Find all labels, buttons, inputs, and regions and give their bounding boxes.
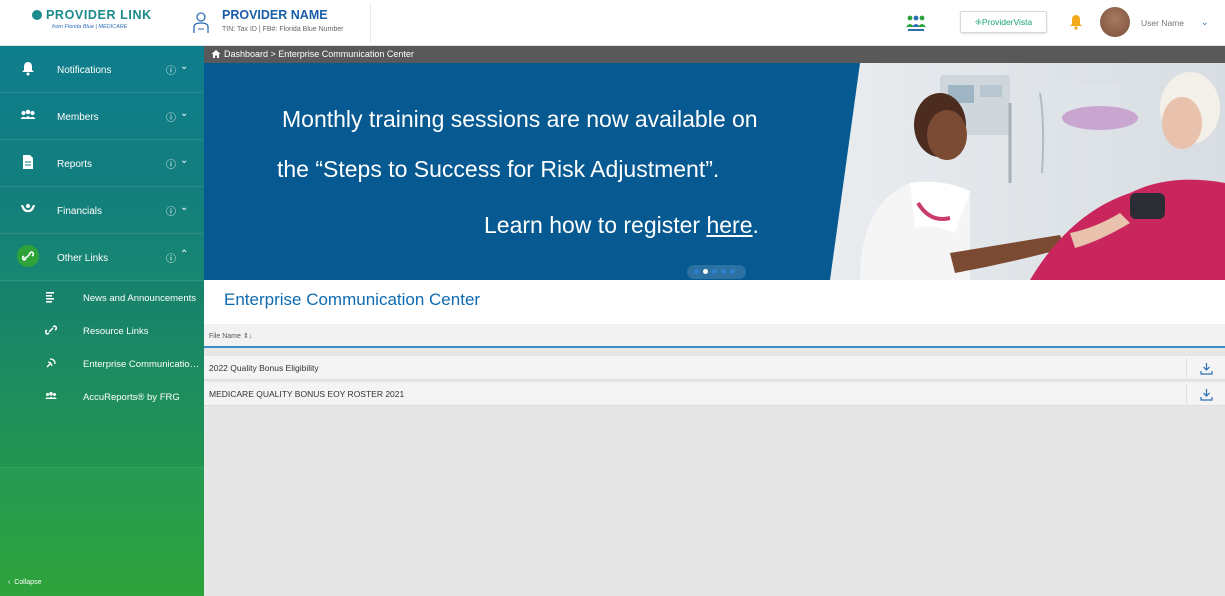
banner-line-3-prefix: Learn how to register: [484, 212, 707, 238]
logo-subtitle: from Florida Blue | MEDICARE: [52, 24, 128, 30]
download-cell: [1186, 384, 1225, 404]
collapse-label: Collapse: [14, 579, 42, 586]
info-icon[interactable]: ⓘ: [166, 156, 176, 171]
sidebar-subitem-label: News and Announcements: [83, 293, 197, 304]
chevron-down-icon[interactable]: ⌄: [180, 155, 188, 166]
bell-icon: [22, 62, 34, 76]
info-icon[interactable]: ⓘ: [166, 109, 176, 124]
carousel-indicator: [687, 265, 746, 279]
logo-dot-icon: [32, 10, 42, 20]
download-cell: [1186, 358, 1225, 378]
grid-header: File Name ⇕↓: [204, 324, 1225, 348]
bell-icon[interactable]: [1069, 14, 1083, 30]
carousel-dot-active[interactable]: [703, 269, 708, 274]
provider-vista-icon: ⁜: [974, 17, 982, 27]
sidebar-subitem-label: Enterprise Communication Center: [83, 359, 203, 370]
banner-register-link[interactable]: here: [706, 212, 752, 238]
top-header: PROVIDER LINK from Florida Blue | MEDICA…: [0, 0, 1225, 46]
breadcrumb: Dashboard > Enterprise Communication Cen…: [204, 46, 1225, 63]
provider-tin: TIN: Tax ID | FB#: Florida Blue Number: [222, 26, 344, 33]
provider-icon: [193, 12, 209, 33]
header-divider: [370, 4, 371, 42]
sidebar-item-label: Notifications: [57, 65, 112, 76]
chevron-up-icon[interactable]: ⌃: [180, 249, 188, 260]
home-icon[interactable]: [211, 49, 221, 59]
banner-line-3-suffix: .: [752, 212, 759, 238]
chevron-down-icon[interactable]: ⌄: [180, 108, 188, 119]
info-icon[interactable]: ⓘ: [166, 203, 176, 218]
collapse-button[interactable]: ‹ Collapse: [8, 579, 41, 586]
team-icon[interactable]: [905, 12, 927, 34]
promo-banner[interactable]: Monthly training sessions are now availa…: [204, 63, 1225, 280]
sidebar-item-label: Members: [57, 112, 99, 123]
provider-vista-button[interactable]: ⁜ProviderVista: [960, 11, 1047, 33]
sidebar-item-label: Other Links: [57, 253, 109, 264]
sidebar-subitem-label: AccuReports® by FRG: [83, 392, 180, 403]
members-icon: [20, 109, 36, 119]
link-icon: [17, 245, 39, 267]
carousel-dot[interactable]: [730, 269, 735, 274]
file-grid: File Name ⇕↓ 2022 Quality Bonus Eligibil…: [204, 324, 1225, 596]
report-icon: [23, 155, 33, 169]
user-menu-chevron-icon[interactable]: ⌄: [1201, 17, 1209, 28]
row-file-name[interactable]: MEDICARE QUALITY BONUS EOY ROSTER 2021: [209, 389, 404, 399]
carousel-dot[interactable]: [712, 269, 717, 274]
page-title: Enterprise Communication Center: [224, 290, 481, 309]
sidebar-subitem-resource-links[interactable]: Resource Links: [0, 315, 204, 348]
table-row[interactable]: 2022 Quality Bonus Eligibility: [204, 356, 1225, 380]
provider-vista-label: ProviderVista: [981, 17, 1033, 27]
user-name[interactable]: User Name: [1141, 18, 1184, 28]
banner-line-2: the “Steps to Success for Risk Adjustmen…: [277, 156, 720, 182]
table-row[interactable]: MEDICARE QUALITY BONUS EOY ROSTER 2021: [204, 382, 1225, 406]
banner-line-3: Learn how to register here.: [484, 212, 759, 239]
column-header-file-name[interactable]: File Name ⇕↓: [209, 332, 252, 340]
download-icon[interactable]: [1200, 388, 1213, 401]
members-icon: [45, 392, 57, 399]
banner-line-1: Monthly training sessions are now availa…: [282, 106, 758, 132]
row-file-name[interactable]: 2022 Quality Bonus Eligibility: [209, 363, 319, 373]
satellite-icon: [46, 358, 56, 368]
logo-title: PROVIDER LINK: [46, 8, 152, 22]
sidebar-subitem-label: Resource Links: [83, 326, 149, 337]
sidebar-subitem-accureports[interactable]: AccuReports® by FRG: [0, 381, 204, 414]
sidebar-item-other-links[interactable]: Other Links ⓘ ⌃: [0, 234, 204, 281]
financials-icon: [21, 204, 35, 213]
logo-text: PROVIDER LINK: [32, 8, 152, 22]
info-icon[interactable]: ⓘ: [166, 250, 176, 265]
sidebar-item-financials[interactable]: Financials ⓘ ⌄: [0, 187, 204, 234]
sidebar-item-reports[interactable]: Reports ⓘ ⌄: [0, 140, 204, 187]
column-header-label: File Name: [209, 333, 241, 340]
avatar[interactable]: [1100, 7, 1130, 37]
provider-name: PROVIDER NAME: [222, 8, 328, 22]
chevron-down-icon[interactable]: ⌄: [180, 61, 188, 72]
provider-link-logo[interactable]: PROVIDER LINK from Florida Blue | MEDICA…: [32, 8, 172, 38]
sort-icon[interactable]: ⇕↓: [243, 333, 252, 340]
breadcrumb-text[interactable]: Dashboard > Enterprise Communication Cen…: [224, 49, 414, 59]
carousel-dot[interactable]: [694, 269, 699, 274]
info-icon[interactable]: ⓘ: [166, 62, 176, 77]
carousel-dot[interactable]: [721, 269, 726, 274]
list-icon: [46, 292, 54, 303]
link-icon: [45, 325, 57, 335]
other-links-submenu: News and Announcements Resource Links En…: [0, 282, 204, 468]
download-icon[interactable]: [1200, 362, 1213, 375]
chevron-down-icon[interactable]: ⌄: [180, 202, 188, 213]
banner-photo: [830, 63, 1225, 280]
sidebar: Notifications ⓘ ⌄ Members ⓘ ⌄ Reports ⓘ …: [0, 46, 204, 596]
sidebar-item-label: Financials: [57, 206, 103, 217]
sidebar-item-members[interactable]: Members ⓘ ⌄: [0, 93, 204, 140]
sidebar-item-notifications[interactable]: Notifications ⓘ ⌄: [0, 46, 204, 93]
sidebar-item-label: Reports: [57, 159, 93, 170]
sidebar-subitem-news[interactable]: News and Announcements: [0, 282, 204, 315]
sidebar-subitem-enterprise-communication[interactable]: Enterprise Communication Center: [0, 348, 204, 381]
